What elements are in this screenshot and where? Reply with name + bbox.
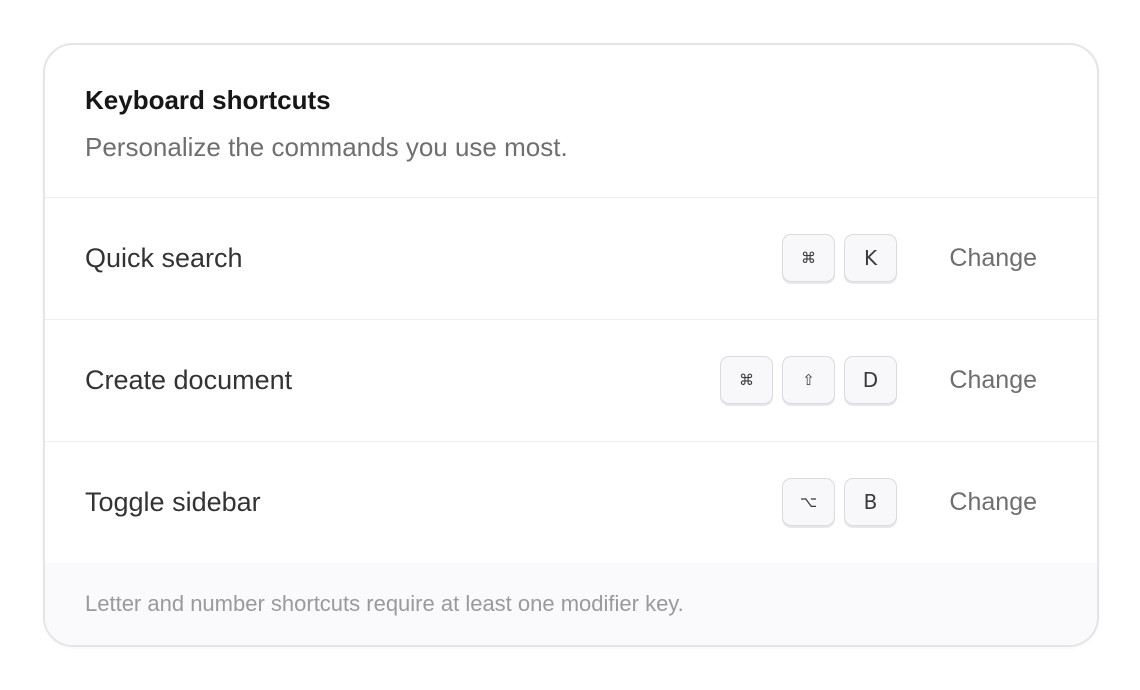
keyboard-shortcuts-card: Keyboard shortcuts Personalize the comma… xyxy=(43,43,1099,647)
change-shortcut-button[interactable]: Change xyxy=(949,442,1037,563)
command-key-icon: ⌘ xyxy=(782,234,835,282)
key-cap: K xyxy=(844,234,897,282)
command-key-icon: ⌘ xyxy=(720,356,773,404)
key-combo: ⌥ B xyxy=(782,478,897,526)
key-combo: ⌘ K xyxy=(782,234,897,282)
card-header: Keyboard shortcuts Personalize the comma… xyxy=(45,45,1097,198)
card-footer-note: Letter and number shortcuts require at l… xyxy=(45,563,1097,645)
shortcut-label: Quick search xyxy=(85,243,243,273)
key-cap: D xyxy=(844,356,897,404)
shortcut-row-quick-search: Quick search ⌘ K Change xyxy=(45,198,1097,320)
key-combo: ⌘ ⇧ D xyxy=(720,356,897,404)
key-cap: B xyxy=(844,478,897,526)
shortcut-row-toggle-sidebar: Toggle sidebar ⌥ B Change xyxy=(45,442,1097,564)
card-title: Keyboard shortcuts xyxy=(85,85,331,115)
option-key-icon: ⌥ xyxy=(782,478,835,526)
shortcut-row-create-document: Create document ⌘ ⇧ D Change xyxy=(45,320,1097,442)
card-subtitle: Personalize the commands you use most. xyxy=(85,132,568,162)
shift-key-icon: ⇧ xyxy=(782,356,835,404)
shortcut-label: Toggle sidebar xyxy=(85,487,261,517)
change-shortcut-button[interactable]: Change xyxy=(949,198,1037,319)
shortcut-label: Create document xyxy=(85,365,293,395)
change-shortcut-button[interactable]: Change xyxy=(949,320,1037,441)
